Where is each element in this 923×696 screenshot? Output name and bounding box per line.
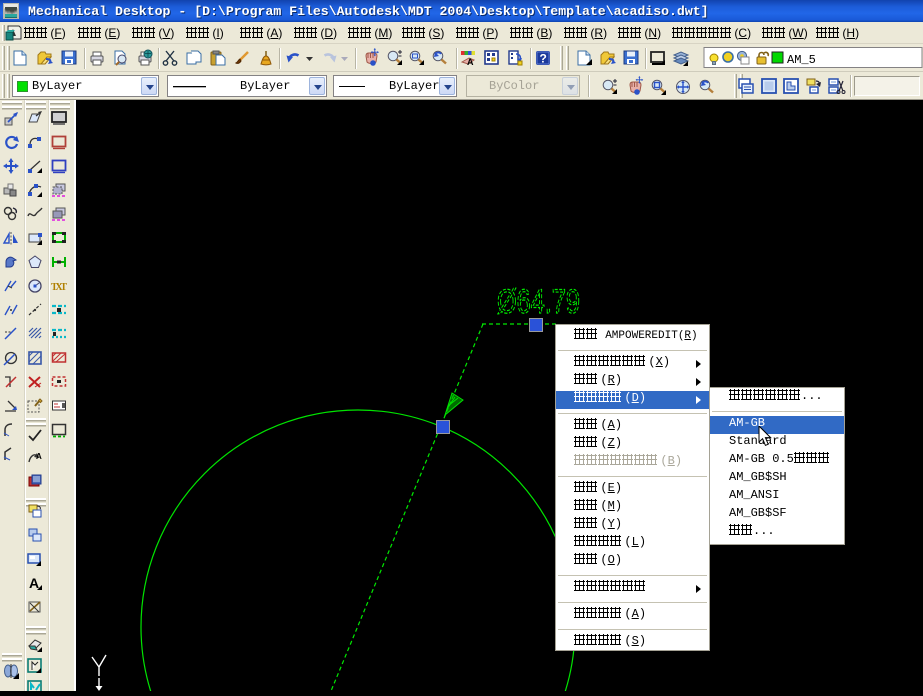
svg-text:?: ? [540, 52, 547, 66]
svg-text:A: A [467, 57, 474, 67]
svg-text:TXT: TXT [51, 282, 67, 293]
svg-text:Ø64.79: Ø64.79 [497, 283, 580, 321]
svg-text:A: A [29, 575, 39, 591]
svg-text:AM_5: AM_5 [787, 53, 816, 67]
svg-text:A: A [36, 452, 42, 461]
